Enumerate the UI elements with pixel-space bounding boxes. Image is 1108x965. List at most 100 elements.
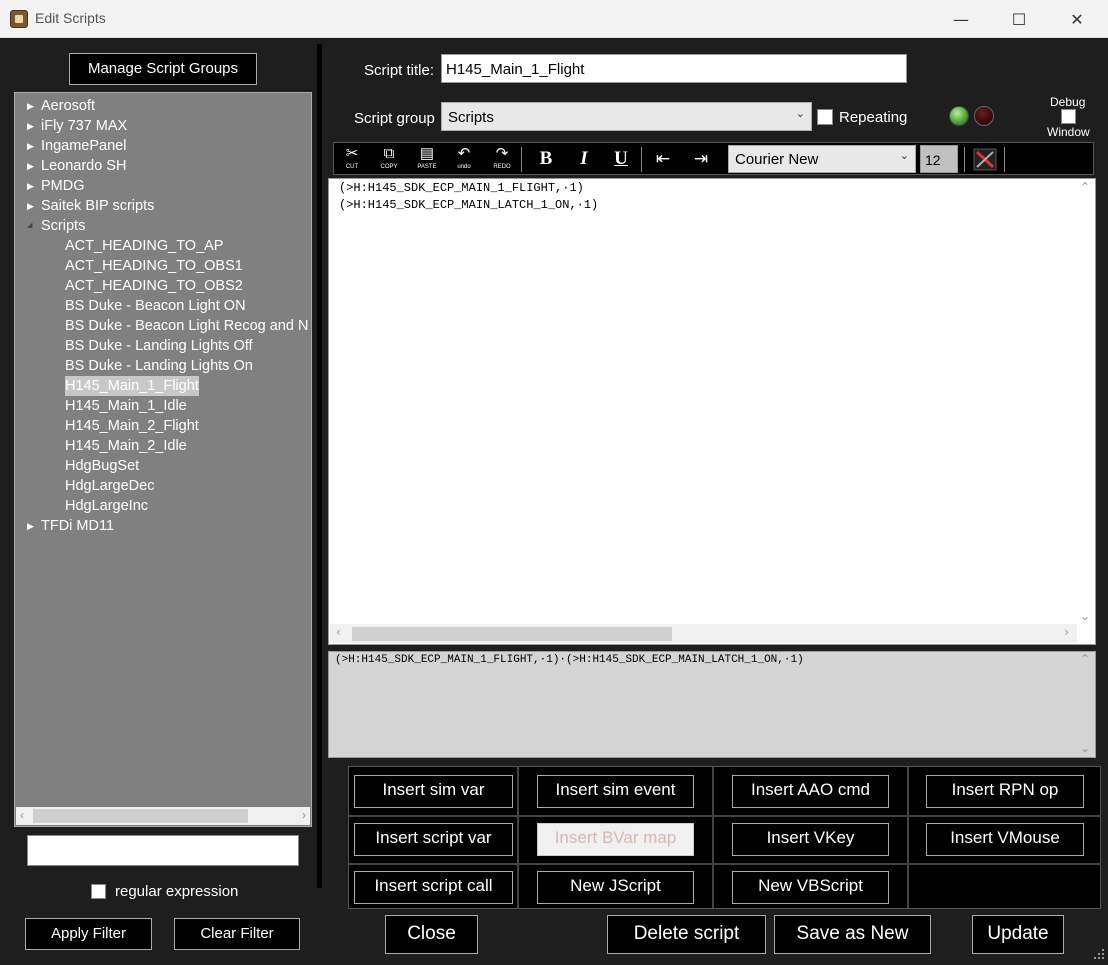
scroll-left-icon[interactable]: ‹ — [20, 808, 24, 822]
tree-group[interactable]: ◢ Scripts — [15, 216, 311, 236]
script-title-label: Script title: — [364, 62, 435, 79]
scroll-down-icon[interactable]: ⌄ — [1080, 609, 1090, 623]
resize-grip-icon[interactable] — [1091, 948, 1105, 962]
bold-icon: B — [539, 148, 553, 169]
minimize-button[interactable]: — — [932, 0, 990, 38]
tree-item[interactable]: BS Duke - Landing Lights Off — [15, 336, 311, 356]
insert-aao-cmd-button[interactable]: Insert AAO cmd — [732, 775, 889, 808]
tree-group[interactable]: ▶ TFDi MD11 — [15, 516, 311, 536]
insert-sim-event-button[interactable]: Insert sim event — [537, 775, 694, 808]
indent-button[interactable]: ⇥ — [687, 147, 715, 174]
code-line: (>H:H145_SDK_ECP_MAIN_LATCH_1_ON,·1) — [339, 198, 599, 212]
script-editor[interactable]: (>H:H145_SDK_ECP_MAIN_1_FLIGHT,·1) (>H:H… — [328, 178, 1096, 645]
tree-label: H145_Main_1_Idle — [65, 398, 187, 414]
tree-item[interactable]: HdgLargeDec — [15, 476, 311, 496]
scroll-up-icon[interactable]: ⌃ — [1080, 652, 1090, 666]
insert-vkey-button[interactable]: Insert VKey — [732, 823, 889, 856]
tree-label: BS Duke - Landing Lights Off — [65, 338, 253, 354]
tree-item[interactable]: HdgLargeInc — [15, 496, 311, 516]
underline-button[interactable]: U — [607, 147, 635, 174]
tree-label: Saitek BIP scripts — [41, 198, 155, 214]
bold-button[interactable]: B — [532, 147, 560, 174]
paste-caption: PASTE — [417, 164, 437, 170]
tree-horizontal-scrollbar[interactable]: ‹ › — [16, 807, 310, 825]
italic-icon: I — [580, 148, 588, 169]
collapsed-arrow-icon[interactable]: ▶ — [27, 516, 34, 536]
copy-icon: ⧉ — [383, 146, 395, 162]
collapsed-arrow-icon[interactable]: ▶ — [27, 176, 34, 196]
tree-group[interactable]: ▶ Aerosoft — [15, 96, 311, 116]
editor-vertical-scrollbar[interactable]: ⌃ ⌄ — [1076, 180, 1094, 625]
tree-item[interactable]: ACT_HEADING_TO_OBS2 — [15, 276, 311, 296]
toolbar-separator — [521, 147, 522, 172]
apply-filter-button[interactable]: Apply Filter — [25, 918, 152, 950]
tree-item[interactable]: BS Duke - Landing Lights On — [15, 356, 311, 376]
new-jscript-button[interactable]: New JScript — [537, 871, 694, 904]
clear-filter-button[interactable]: Clear Filter — [174, 918, 300, 950]
debug-window-checkbox[interactable] — [1061, 109, 1076, 124]
clear-format-icon[interactable] — [972, 147, 998, 172]
tree-item[interactable]: BS Duke - Beacon Light Recog and N — [15, 316, 311, 336]
delete-script-button[interactable]: Delete script — [607, 915, 766, 954]
tree-group[interactable]: ▶ iFly 737 MAX — [15, 116, 311, 136]
cut-caption: CUT — [345, 164, 359, 170]
scroll-up-icon[interactable]: ⌃ — [1080, 180, 1090, 194]
new-vbscript-button[interactable]: New VBScript — [732, 871, 889, 904]
repeating-checkbox[interactable] — [817, 109, 833, 125]
tree-item[interactable]: H145_Main_1_Flight — [15, 376, 311, 396]
copy-button[interactable]: ⧉ COPY — [375, 146, 403, 173]
tree-item[interactable]: ACT_HEADING_TO_AP — [15, 236, 311, 256]
tree-label: H145_Main_2_Flight — [65, 418, 199, 434]
close-window-button[interactable]: ✕ — [1048, 0, 1106, 38]
insert-script-call-button[interactable]: Insert script call — [354, 871, 513, 904]
collapsed-arrow-icon[interactable]: ▶ — [27, 96, 34, 116]
tree-item[interactable]: H145_Main_1_Idle — [15, 396, 311, 416]
tree-item[interactable]: H145_Main_2_Idle — [15, 436, 311, 456]
editor-scroll-thumb[interactable] — [352, 627, 672, 641]
collapsed-arrow-icon[interactable]: ▶ — [27, 116, 34, 136]
filter-input[interactable] — [27, 835, 299, 866]
script-group-select[interactable]: Scripts ⌄ — [441, 102, 812, 131]
scroll-right-icon[interactable]: › — [1064, 625, 1069, 639]
tree-item[interactable]: H145_Main_2_Flight — [15, 416, 311, 436]
tree-item[interactable]: HdgBugSet — [15, 456, 311, 476]
close-button[interactable]: Close — [385, 915, 478, 954]
tree-group[interactable]: ▶ Leonardo SH — [15, 156, 311, 176]
expanded-arrow-icon[interactable]: ◢ — [27, 216, 32, 236]
italic-button[interactable]: I — [570, 147, 598, 174]
outdent-button[interactable]: ⇤ — [649, 147, 677, 174]
update-button[interactable]: Update — [972, 915, 1064, 954]
manage-script-groups-button[interactable]: Manage Script Groups — [69, 53, 257, 85]
tree-group[interactable]: ▶ PMDG — [15, 176, 311, 196]
font-family-select[interactable]: Courier New ⌄ — [728, 145, 916, 173]
collapsed-arrow-icon[interactable]: ▶ — [27, 156, 34, 176]
regex-checkbox[interactable] — [91, 884, 106, 899]
scroll-down-icon[interactable]: ⌄ — [1080, 741, 1090, 755]
tree-group[interactable]: ▶ IngamePanel — [15, 136, 311, 156]
undo-button[interactable]: ↶ undo — [450, 146, 478, 173]
insert-rpn-op-button[interactable]: Insert RPN op — [926, 775, 1084, 808]
collapsed-arrow-icon[interactable]: ▶ — [27, 196, 34, 216]
editor-horizontal-scrollbar[interactable]: ‹ › — [330, 624, 1077, 643]
script-title-input[interactable]: H145_Main_1_Flight — [441, 54, 907, 83]
tree-item[interactable]: BS Duke - Beacon Light ON — [15, 296, 311, 316]
cut-button[interactable]: ✂ CUT — [338, 146, 366, 173]
tree-group[interactable]: ▶ Saitek BIP scripts — [15, 196, 311, 216]
scroll-right-icon[interactable]: › — [302, 808, 306, 822]
paste-button[interactable]: ▤ PASTE — [413, 146, 441, 173]
insert-script-var-button[interactable]: Insert script var — [354, 823, 513, 856]
collapsed-arrow-icon[interactable]: ▶ — [27, 136, 34, 156]
redo-button[interactable]: ↷ REDO — [488, 146, 516, 173]
insert-vmouse-button[interactable]: Insert VMouse — [926, 823, 1084, 856]
tree-scroll-thumb[interactable] — [33, 809, 248, 823]
scroll-left-icon[interactable]: ‹ — [336, 625, 341, 639]
insert-sim-var-button[interactable]: Insert sim var — [354, 775, 513, 808]
font-size-input[interactable]: 12 — [920, 145, 958, 173]
tree-item[interactable]: ACT_HEADING_TO_OBS1 — [15, 256, 311, 276]
panel-splitter[interactable] — [317, 44, 322, 888]
script-tree[interactable]: ▶ Aerosoft ▶ iFly 737 MAX ▶ IngamePanel ▶ Leona… — [14, 92, 312, 827]
indent-icon: ⇥ — [693, 149, 709, 168]
save-as-new-button[interactable]: Save as New — [774, 915, 931, 954]
maximize-button[interactable]: ☐ — [990, 0, 1048, 38]
paste-icon: ▤ — [419, 146, 435, 162]
